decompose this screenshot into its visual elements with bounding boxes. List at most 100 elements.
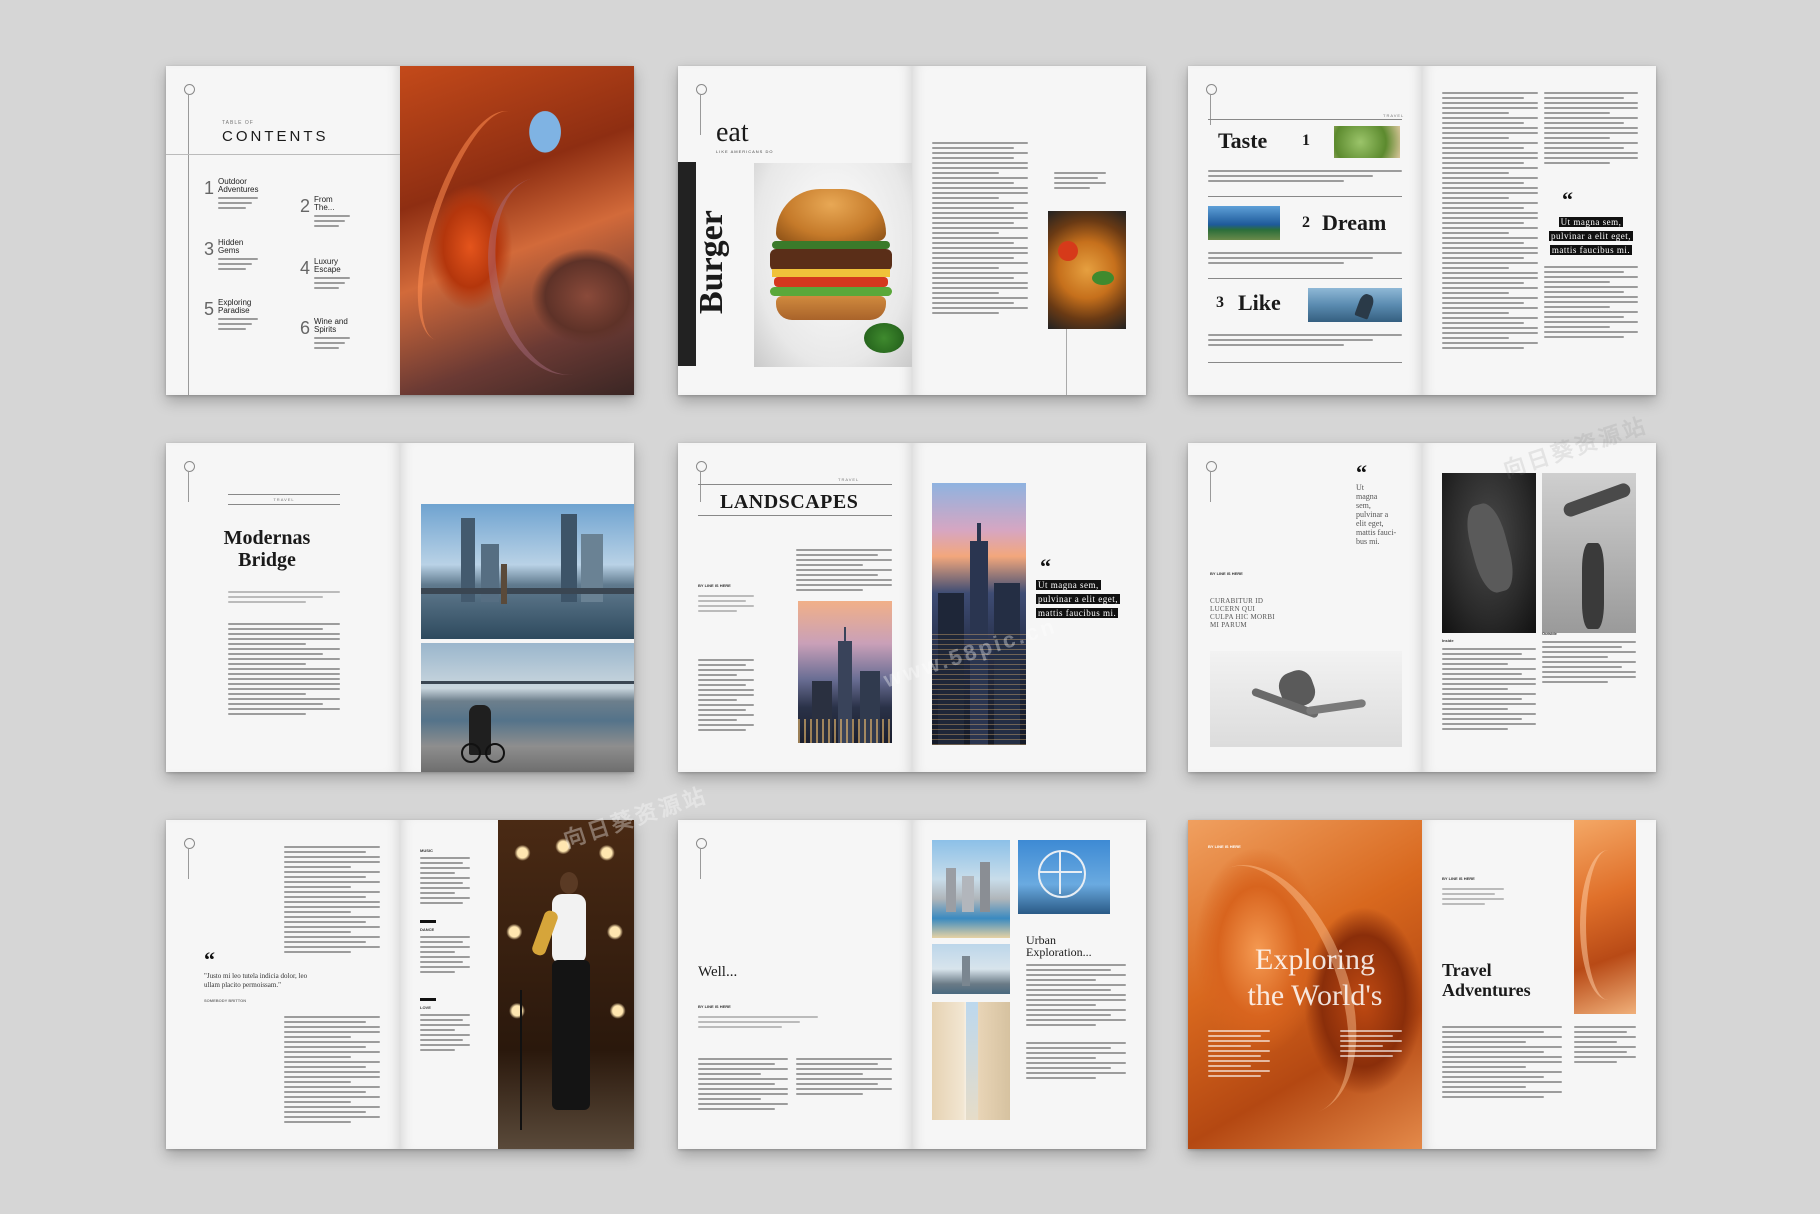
pull-quote: Ut magna sem, pulvinar a elit eget, matt… xyxy=(1544,214,1638,256)
body-text-column xyxy=(1542,641,1636,686)
row-rule xyxy=(1208,362,1402,363)
spread-music[interactable]: “ "Justo mi leo tutela indicia dolor, le… xyxy=(166,820,634,1149)
pull-quote-text: "Justo mi leo tutela indicia dolor, leo … xyxy=(204,972,308,989)
landscapes-right-page: “ Ut magna sem, pulvinar a elit eget, ma… xyxy=(912,443,1146,772)
page-guide-line xyxy=(188,849,189,879)
dance-left-page: “ Ut magna sem, pulvinar a elit eget, ma… xyxy=(1188,443,1422,772)
taste-number: 1 xyxy=(1302,132,1310,149)
dance-headline-line: MI PARUM xyxy=(1210,621,1247,629)
row-text xyxy=(1208,170,1402,185)
pull-quote-line: Ut magna sem, xyxy=(1558,217,1624,227)
dance-headline-line: CULPA HIC MORBI xyxy=(1210,613,1275,621)
toc-right-page xyxy=(400,66,634,395)
taste-left-page: TRAVEL Taste 1 2 Dream 3 Like xyxy=(1188,66,1422,395)
header-rule xyxy=(1208,119,1402,120)
toc-item-2[interactable]: 2 From The... xyxy=(300,196,351,230)
body-text-column xyxy=(698,659,754,734)
body-text-column xyxy=(1574,1026,1636,1066)
page-ring-marker xyxy=(696,84,707,95)
header-rule xyxy=(698,515,892,516)
toc-item-title: Paradise xyxy=(218,306,250,315)
toc-item-number: 2 xyxy=(300,196,311,216)
eat-left-page: eat LIKE AMERICANS DO Burger xyxy=(678,66,912,395)
spread-landscapes[interactable]: TRAVEL LANDSCAPES BY LINE IS HERE “ Ut m… xyxy=(678,443,1146,772)
travel-kicker: TRAVEL xyxy=(1383,113,1405,118)
pull-quote-line: mattis faucibus mi. xyxy=(1036,608,1119,618)
side-quote-line: bus mi. xyxy=(1356,537,1380,546)
row-text xyxy=(1208,334,1402,349)
spread-dance[interactable]: “ Ut magna sem, pulvinar a elit eget, ma… xyxy=(1188,443,1656,772)
eat-right-page xyxy=(912,66,1146,395)
side-quote-line: elit eget, xyxy=(1356,519,1384,528)
toc-item-title: Gems xyxy=(218,246,240,255)
body-text-column xyxy=(1442,92,1538,352)
side-quote-line: Ut xyxy=(1356,483,1364,492)
landscapes-title: LANDSCAPES xyxy=(720,491,859,513)
spread-table-of-contents[interactable]: TABLE OF CONTENTS 1 Outdoor Adventures 2… xyxy=(166,66,634,395)
quote-citation: SOMEBODY BRITTON xyxy=(204,998,247,1003)
spread-exploring-the-worlds[interactable]: BY LINE IS HERE Exploring the World's BY… xyxy=(1188,820,1656,1149)
taste-word: Taste xyxy=(1218,128,1268,153)
travel-adventures-heading-line: Travel xyxy=(1442,960,1492,980)
fries-photo xyxy=(1048,211,1126,329)
body-text-column xyxy=(796,549,892,594)
dance-lift-photo xyxy=(1542,473,1636,633)
spread-urban-exploration[interactable]: Well... BY LINE IS HERE Urban Exploratio… xyxy=(678,820,1146,1149)
toc-item-number: 5 xyxy=(204,299,215,319)
music-left-page: “ "Justo mi leo tutela indicia dolor, le… xyxy=(166,820,400,1149)
dance-headline-line: LUCERN QUI xyxy=(1210,605,1256,613)
landscapes-left-page: TRAVEL LANDSCAPES BY LINE IS HERE xyxy=(678,443,912,772)
salad-photo xyxy=(1334,126,1400,158)
toc-item-4[interactable]: 4 Luxury Escape xyxy=(300,258,351,292)
bridge-right-page xyxy=(400,443,634,772)
byline: BY LINE IS HERE xyxy=(698,1004,731,1009)
subheading-text xyxy=(1442,888,1504,908)
header-rule xyxy=(228,504,340,505)
toc-left-page: TABLE OF CONTENTS 1 Outdoor Adventures 2… xyxy=(166,66,400,395)
pull-quote: Ut magna sem, pulvinar a elit eget, matt… xyxy=(1036,577,1120,619)
toc-item-5[interactable]: 5 Exploring Paradise xyxy=(204,299,259,333)
dance-right-page: Inside Outside xyxy=(1422,443,1656,772)
dream-word: Dream xyxy=(1322,210,1387,235)
page-ring-marker xyxy=(696,838,707,849)
well-right-page: Urban Exploration... xyxy=(912,820,1146,1149)
dance-headline-line: CURABITUR ID xyxy=(1210,597,1264,605)
spread-modernas-bridge[interactable]: TRAVEL Modernas Bridge xyxy=(166,443,634,772)
toc-item-1[interactable]: 1 Outdoor Adventures xyxy=(204,178,258,212)
toc-item-title: The... xyxy=(314,203,335,212)
body-text-column xyxy=(1442,1026,1562,1101)
urban-heading-line: Exploration... xyxy=(1026,945,1092,959)
taste-right-page: “ Ut magna sem, pulvinar a elit eget, ma… xyxy=(1422,66,1656,395)
whale-photo xyxy=(1308,288,1402,322)
side-caption xyxy=(1054,172,1106,192)
eat-title: eat xyxy=(716,117,749,148)
like-number: 3 xyxy=(1216,294,1224,311)
quote-mark-icon: “ xyxy=(1356,460,1367,485)
toc-item-3[interactable]: 3 Hidden Gems xyxy=(204,239,259,273)
body-text-column xyxy=(1544,266,1638,341)
page-ring-marker xyxy=(184,838,195,849)
saxophone-player-photo xyxy=(498,820,634,1149)
body-text-column xyxy=(932,142,1028,317)
spread-taste-dream-like[interactable]: TRAVEL Taste 1 2 Dream 3 Like “ Ut magna… xyxy=(1188,66,1656,395)
page-guide-line xyxy=(188,472,189,502)
quote-mark-icon: “ xyxy=(1040,554,1051,579)
body-text-column xyxy=(1442,648,1536,733)
burger-photo xyxy=(754,163,912,367)
page-guide-line xyxy=(700,472,701,502)
alley-photo xyxy=(932,1002,1010,1120)
toc-item-number: 4 xyxy=(300,258,311,278)
well-left-page: Well... BY LINE IS HERE xyxy=(678,820,912,1149)
body-text-column xyxy=(228,673,340,718)
side-quote-line: sem, xyxy=(1356,501,1371,510)
spread-eat-burger[interactable]: eat LIKE AMERICANS DO Burger xyxy=(678,66,1146,395)
toc-item-6[interactable]: 6 Wine and Spirits xyxy=(300,318,351,352)
travel-kicker: TRAVEL xyxy=(273,497,295,502)
toc-item-desc xyxy=(314,215,351,227)
quote-mark-icon: “ xyxy=(1562,187,1573,212)
well-title: Well... xyxy=(698,964,738,980)
body-text-column xyxy=(1544,92,1638,167)
body-text-column xyxy=(698,1058,788,1113)
toc-item-desc xyxy=(218,197,259,209)
header-rule xyxy=(698,484,892,485)
